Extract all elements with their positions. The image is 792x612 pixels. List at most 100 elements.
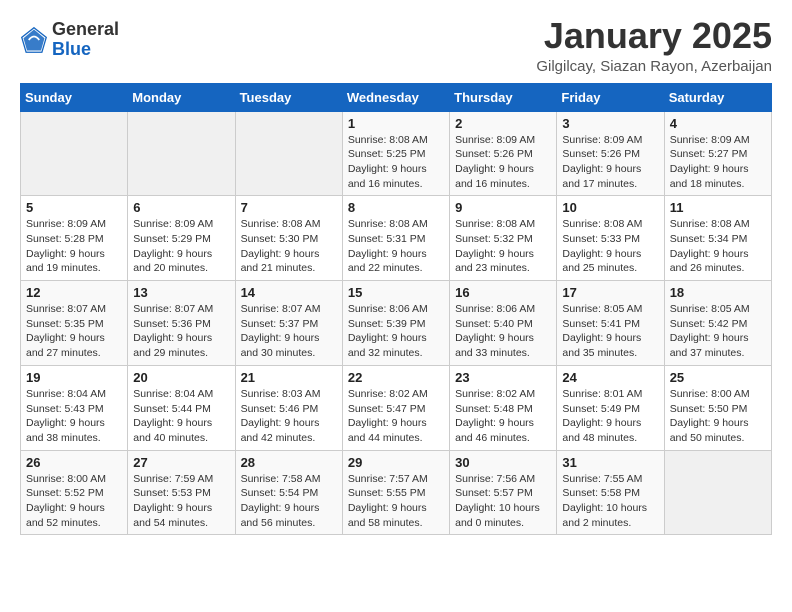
calendar-cell: 1 Sunrise: 8:08 AM Sunset: 5:25 PM Daylig…: [342, 111, 449, 196]
weekday-tuesday: Tuesday: [235, 83, 342, 111]
day-number: 21: [241, 370, 337, 385]
day-info: Sunrise: 8:09 AM Sunset: 5:29 PM Dayligh…: [133, 217, 229, 276]
calendar-cell: 19 Sunrise: 8:04 AM Sunset: 5:43 PM Dayli…: [21, 365, 128, 450]
calendar-cell: 9 Sunrise: 8:08 AM Sunset: 5:32 PM Daylig…: [450, 196, 557, 281]
weekday-header-row: SundayMondayTuesdayWednesdayThursdayFrid…: [21, 83, 772, 111]
page: General Blue January 2025 Gilgilcay, Sia…: [0, 0, 792, 551]
day-info: Sunrise: 8:06 AM Sunset: 5:39 PM Dayligh…: [348, 302, 444, 361]
calendar-cell: 11 Sunrise: 8:08 AM Sunset: 5:34 PM Dayli…: [664, 196, 771, 281]
calendar-cell: 28 Sunrise: 7:58 AM Sunset: 5:54 PM Dayli…: [235, 450, 342, 535]
week-row-2: 5 Sunrise: 8:09 AM Sunset: 5:28 PM Daylig…: [21, 196, 772, 281]
week-row-5: 26Sunrise: 8:00 AM Sunset: 5:52 PM Dayli…: [21, 450, 772, 535]
day-info: Sunrise: 8:05 AM Sunset: 5:41 PM Dayligh…: [562, 302, 658, 361]
day-info: Sunrise: 8:09 AM Sunset: 5:27 PM Dayligh…: [670, 133, 766, 192]
day-info: Sunrise: 7:57 AM Sunset: 5:55 PM Dayligh…: [348, 472, 444, 531]
day-info: Sunrise: 8:07 AM Sunset: 5:36 PM Dayligh…: [133, 302, 229, 361]
calendar-cell: 10Sunrise: 8:08 AM Sunset: 5:33 PM Dayli…: [557, 196, 664, 281]
day-info: Sunrise: 8:00 AM Sunset: 5:50 PM Dayligh…: [670, 387, 766, 446]
calendar-cell: 25 Sunrise: 8:00 AM Sunset: 5:50 PM Dayli…: [664, 365, 771, 450]
day-number: 15: [348, 285, 444, 300]
calendar-cell: 13 Sunrise: 8:07 AM Sunset: 5:36 PM Dayli…: [128, 281, 235, 366]
week-row-3: 12 Sunrise: 8:07 AM Sunset: 5:35 PM Dayli…: [21, 281, 772, 366]
day-info: Sunrise: 8:08 AM Sunset: 5:33 PM Dayligh…: [562, 217, 658, 276]
day-info: Sunrise: 8:09 AM Sunset: 5:26 PM Dayligh…: [455, 133, 551, 192]
day-number: 1: [348, 116, 444, 131]
day-info: Sunrise: 8:06 AM Sunset: 5:40 PM Dayligh…: [455, 302, 551, 361]
day-number: 3: [562, 116, 658, 131]
day-info: Sunrise: 8:07 AM Sunset: 5:35 PM Dayligh…: [26, 302, 122, 361]
day-number: 9: [455, 200, 551, 215]
week-row-4: 19 Sunrise: 8:04 AM Sunset: 5:43 PM Dayli…: [21, 365, 772, 450]
day-info: Sunrise: 8:08 AM Sunset: 5:34 PM Dayligh…: [670, 217, 766, 276]
day-info: Sunrise: 8:04 AM Sunset: 5:43 PM Dayligh…: [26, 387, 122, 446]
day-number: 8: [348, 200, 444, 215]
logo-general-text: General: [52, 20, 119, 40]
weekday-sunday: Sunday: [21, 83, 128, 111]
day-number: 13: [133, 285, 229, 300]
day-info: Sunrise: 8:09 AM Sunset: 5:28 PM Dayligh…: [26, 217, 122, 276]
day-number: 25: [670, 370, 766, 385]
calendar-cell: [128, 111, 235, 196]
header: General Blue January 2025 Gilgilcay, Sia…: [20, 16, 772, 75]
calendar-cell: 21 Sunrise: 8:03 AM Sunset: 5:46 PM Dayli…: [235, 365, 342, 450]
calendar-cell: 26Sunrise: 8:00 AM Sunset: 5:52 PM Dayli…: [21, 450, 128, 535]
day-info: Sunrise: 8:08 AM Sunset: 5:30 PM Dayligh…: [241, 217, 337, 276]
day-number: 20: [133, 370, 229, 385]
day-number: 14: [241, 285, 337, 300]
calendar-cell: 27Sunrise: 7:59 AM Sunset: 5:53 PM Dayli…: [128, 450, 235, 535]
day-number: 22: [348, 370, 444, 385]
calendar-cell: [235, 111, 342, 196]
day-info: Sunrise: 8:07 AM Sunset: 5:37 PM Dayligh…: [241, 302, 337, 361]
day-number: 6: [133, 200, 229, 215]
day-info: Sunrise: 8:08 AM Sunset: 5:25 PM Dayligh…: [348, 133, 444, 192]
logo-icon: [20, 26, 48, 54]
day-number: 2: [455, 116, 551, 131]
day-number: 12: [26, 285, 122, 300]
day-number: 16: [455, 285, 551, 300]
calendar-cell: 2 Sunrise: 8:09 AM Sunset: 5:26 PM Daylig…: [450, 111, 557, 196]
day-info: Sunrise: 7:56 AM Sunset: 5:57 PM Dayligh…: [455, 472, 551, 531]
day-number: 31: [562, 455, 658, 470]
day-info: Sunrise: 8:09 AM Sunset: 5:26 PM Dayligh…: [562, 133, 658, 192]
day-number: 4: [670, 116, 766, 131]
calendar-cell: 23Sunrise: 8:02 AM Sunset: 5:48 PM Dayli…: [450, 365, 557, 450]
day-info: Sunrise: 8:01 AM Sunset: 5:49 PM Dayligh…: [562, 387, 658, 446]
logo-blue-text: Blue: [52, 40, 119, 60]
calendar-cell: [664, 450, 771, 535]
day-number: 19: [26, 370, 122, 385]
weekday-wednesday: Wednesday: [342, 83, 449, 111]
weekday-monday: Monday: [128, 83, 235, 111]
day-number: 7: [241, 200, 337, 215]
day-info: Sunrise: 8:03 AM Sunset: 5:46 PM Dayligh…: [241, 387, 337, 446]
day-number: 28: [241, 455, 337, 470]
day-number: 18: [670, 285, 766, 300]
day-number: 17: [562, 285, 658, 300]
calendar-cell: 8 Sunrise: 8:08 AM Sunset: 5:31 PM Daylig…: [342, 196, 449, 281]
calendar-cell: 17 Sunrise: 8:05 AM Sunset: 5:41 PM Dayli…: [557, 281, 664, 366]
weekday-thursday: Thursday: [450, 83, 557, 111]
day-info: Sunrise: 8:05 AM Sunset: 5:42 PM Dayligh…: [670, 302, 766, 361]
title-block: January 2025 Gilgilcay, Siazan Rayon, Az…: [536, 16, 772, 75]
calendar-cell: 3 Sunrise: 8:09 AM Sunset: 5:26 PM Daylig…: [557, 111, 664, 196]
weekday-saturday: Saturday: [664, 83, 771, 111]
calendar-cell: 24 Sunrise: 8:01 AM Sunset: 5:49 PM Dayli…: [557, 365, 664, 450]
day-number: 24: [562, 370, 658, 385]
calendar-cell: 20 Sunrise: 8:04 AM Sunset: 5:44 PM Dayli…: [128, 365, 235, 450]
day-info: Sunrise: 8:04 AM Sunset: 5:44 PM Dayligh…: [133, 387, 229, 446]
day-number: 11: [670, 200, 766, 215]
day-info: Sunrise: 8:08 AM Sunset: 5:31 PM Dayligh…: [348, 217, 444, 276]
calendar-subtitle: Gilgilcay, Siazan Rayon, Azerbaijan: [536, 58, 772, 75]
day-info: Sunrise: 7:58 AM Sunset: 5:54 PM Dayligh…: [241, 472, 337, 531]
calendar-cell: 18 Sunrise: 8:05 AM Sunset: 5:42 PM Dayli…: [664, 281, 771, 366]
calendar-cell: 12 Sunrise: 8:07 AM Sunset: 5:35 PM Dayli…: [21, 281, 128, 366]
calendar-cell: 14 Sunrise: 8:07 AM Sunset: 5:37 PM Dayli…: [235, 281, 342, 366]
calendar-table: SundayMondayTuesdayWednesdayThursdayFrid…: [20, 83, 772, 536]
day-info: Sunrise: 8:08 AM Sunset: 5:32 PM Dayligh…: [455, 217, 551, 276]
calendar-cell: 6 Sunrise: 8:09 AM Sunset: 5:29 PM Daylig…: [128, 196, 235, 281]
day-info: Sunrise: 8:02 AM Sunset: 5:47 PM Dayligh…: [348, 387, 444, 446]
day-number: 30: [455, 455, 551, 470]
logo: General Blue: [20, 20, 119, 60]
day-info: Sunrise: 7:59 AM Sunset: 5:53 PM Dayligh…: [133, 472, 229, 531]
day-number: 5: [26, 200, 122, 215]
calendar-cell: 16 Sunrise: 8:06 AM Sunset: 5:40 PM Dayli…: [450, 281, 557, 366]
